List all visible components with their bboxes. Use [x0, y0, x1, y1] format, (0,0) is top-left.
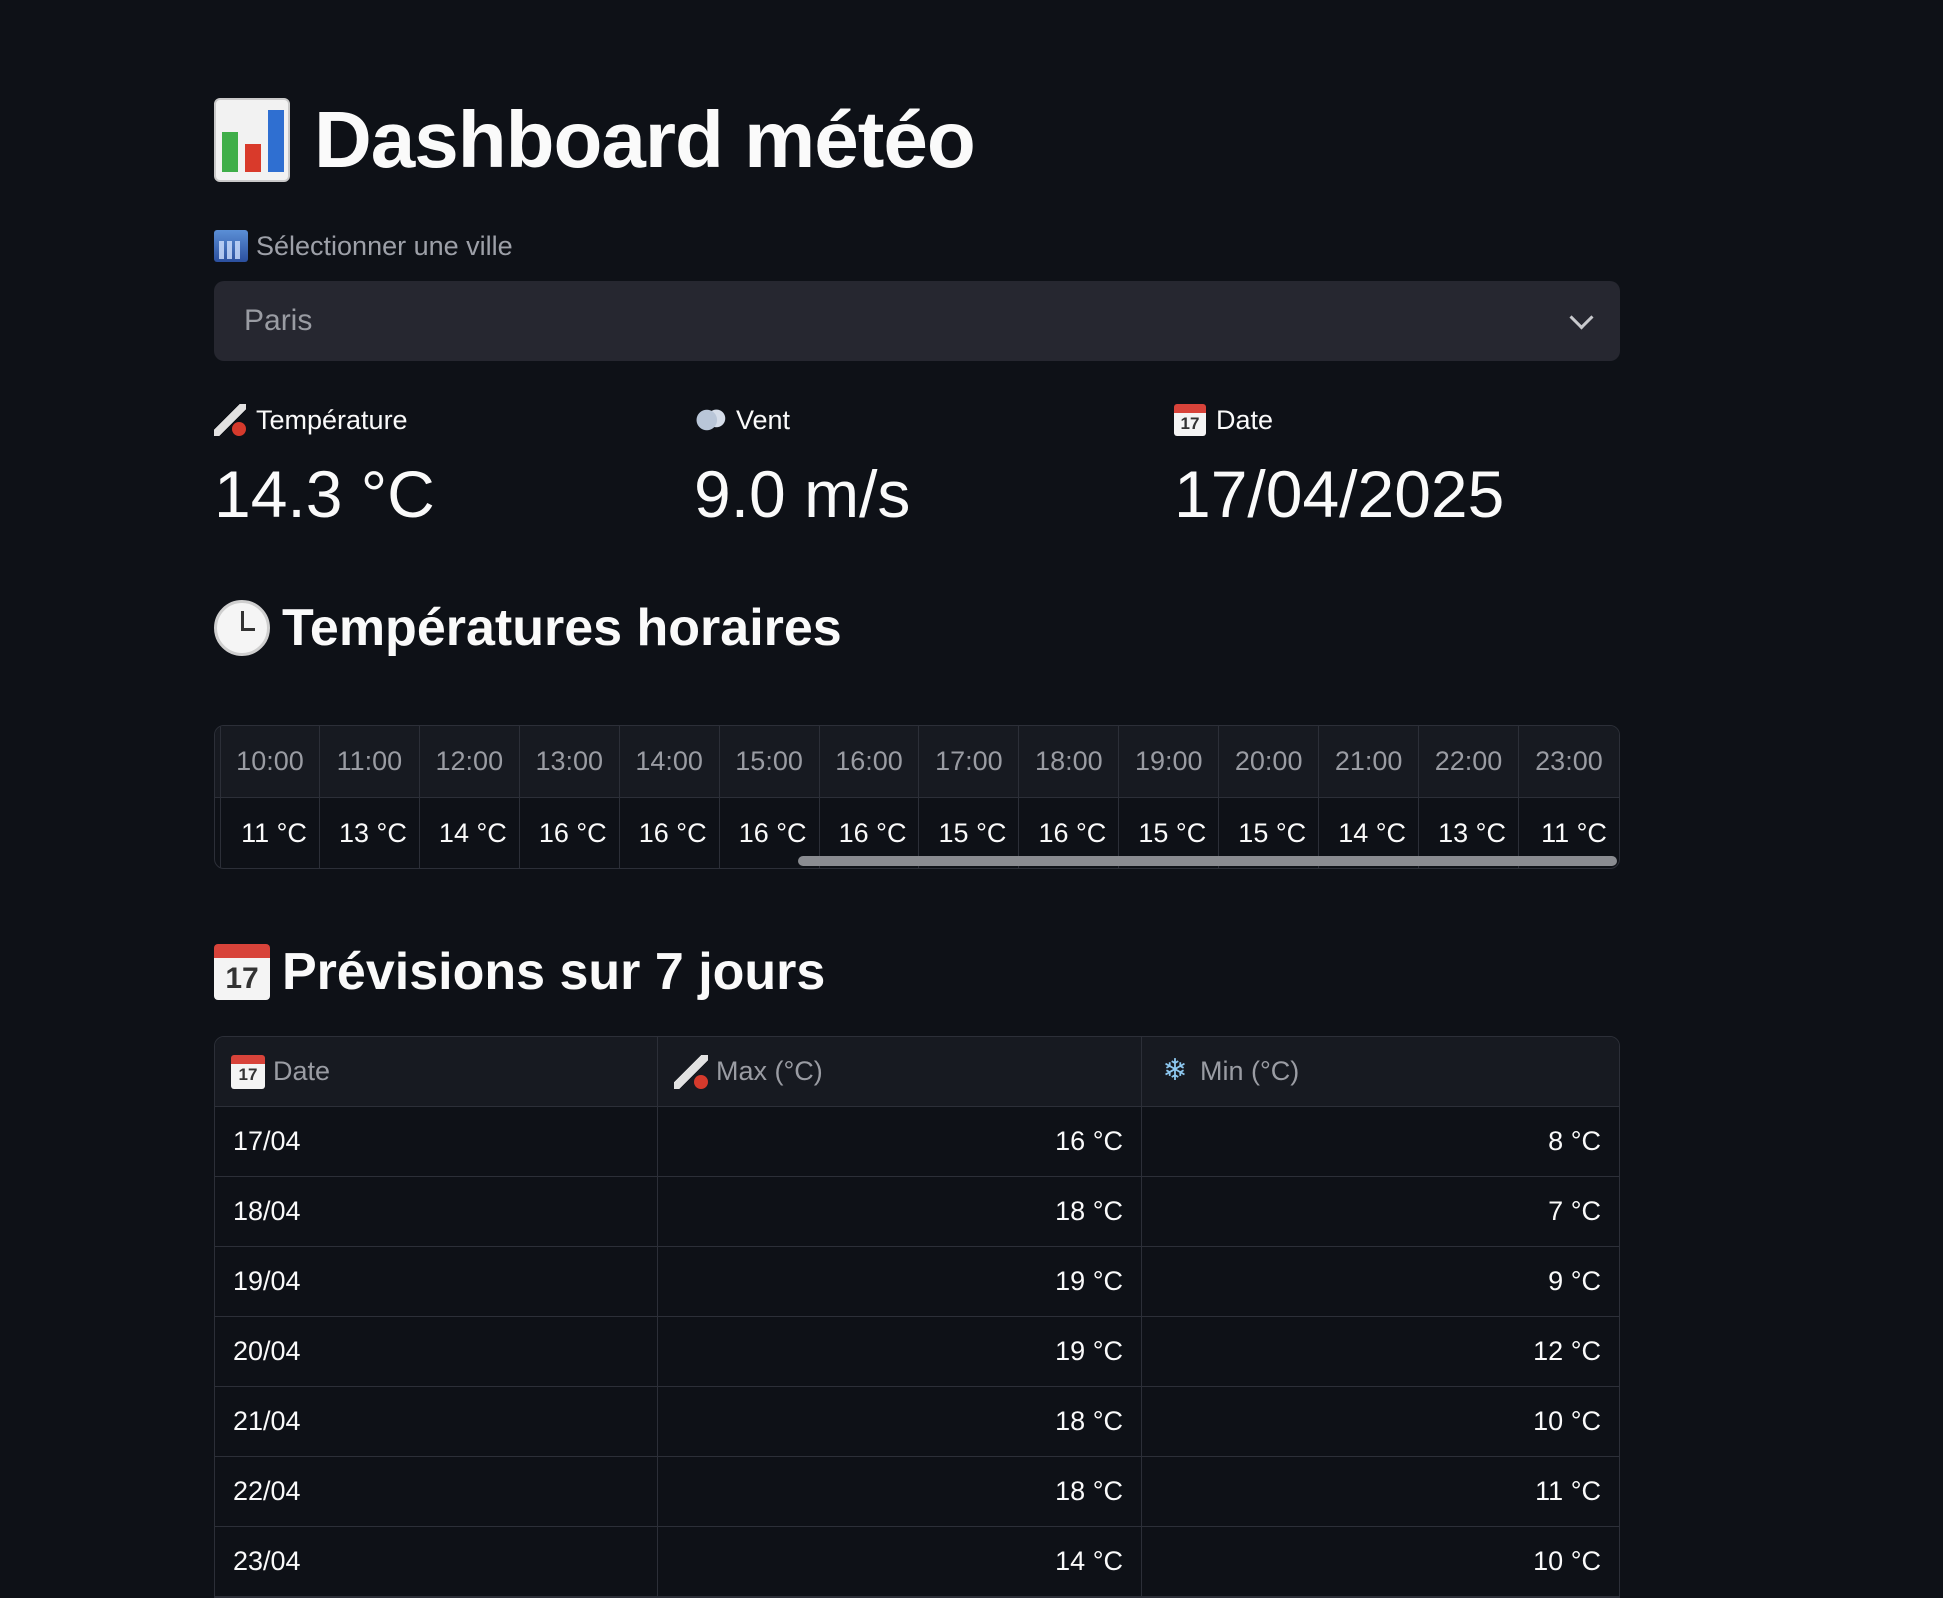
metric-label-text: Température: [256, 404, 408, 435]
forecast-cell-min: 12 °C: [1533, 1336, 1601, 1366]
metric-value: 17/04/2025: [1174, 457, 1505, 531]
hourly-temp-cell: 16 °C: [620, 798, 720, 868]
metric-temperature: Température 14.3 °C: [214, 398, 435, 534]
page-title-text: Dashboard météo: [314, 95, 976, 184]
hourly-hour-cell: 15:00: [720, 726, 820, 797]
city-select[interactable]: Paris: [214, 281, 1620, 361]
page-title: Dashboard météo: [214, 92, 976, 188]
table-row[interactable]: 22/04 18 °C 11 °C: [215, 1457, 1619, 1527]
hourly-hour-cell: 22:00: [1419, 726, 1519, 797]
hourly-hour-cell: 18:00: [1019, 726, 1120, 797]
thermometer-icon: [674, 1054, 708, 1089]
hourly-hour-cell: 13:00: [520, 726, 620, 797]
forecast-cell-max: 18 °C: [658, 1387, 1142, 1456]
snowflake-icon: ❄: [1162, 1053, 1188, 1087]
hourly-section-title: Températures horaires: [214, 596, 842, 660]
forecast-body: 17/04 16 °C 8 °C 18/04 18 °C 7 °C 19/04 19 °C 9 …: [215, 1107, 1619, 1597]
forecast-cell-date: 21/04: [215, 1387, 658, 1456]
metric-value: 9.0 m/s: [694, 457, 911, 531]
city-select-label-text: Sélectionner une ville: [256, 230, 513, 261]
calendar-icon: 17: [231, 1054, 265, 1089]
table-row[interactable]: 21/04 18 °C 10 °C: [215, 1387, 1619, 1457]
hourly-hour-cell: 14:00: [620, 726, 720, 797]
table-row[interactable]: 18/04 18 °C 7 °C: [215, 1177, 1619, 1247]
calendar-icon: 17: [214, 944, 270, 1000]
forecast-header-row: 17 Date Max (°C) ❄ Min (°C): [215, 1037, 1619, 1107]
bar-chart-icon: [214, 98, 290, 182]
forecast-cell-min: 9 °C: [1548, 1266, 1601, 1296]
hourly-hour-cell: 20:00: [1219, 726, 1320, 797]
hourly-hour-cell: 12:00: [420, 726, 520, 797]
forecast-cell-date: 23/04: [215, 1527, 658, 1596]
column-header-min[interactable]: ❄ Min (°C): [1142, 1037, 1619, 1106]
forecast-section-title-text: Prévisions sur 7 jours: [282, 943, 826, 1001]
table-row[interactable]: 20/04 19 °C 12 °C: [215, 1317, 1619, 1387]
hourly-hour-cell: 23:00: [1535, 746, 1603, 776]
hourly-hour-cell: 10:00: [220, 726, 320, 797]
city-select-value: Paris: [244, 304, 313, 337]
metric-label-text: Date: [1216, 404, 1274, 435]
hourly-hour-cell: 19:00: [1119, 726, 1220, 797]
table-row[interactable]: 19/04 19 °C 9 °C: [215, 1247, 1619, 1317]
metric-label: Vent: [694, 398, 910, 442]
thermometer-icon: [214, 404, 246, 436]
forecast-cell-max: 14 °C: [658, 1527, 1142, 1596]
hourly-hour-cell: 11:00: [320, 726, 420, 797]
hourly-table[interactable]: 10:00 11:00 12:00 13:00 14:00 15:00 16:00 17:00…: [214, 725, 1620, 869]
forecast-section-title: 17 Prévisions sur 7 jours: [214, 940, 825, 1004]
metric-label: 17 Date: [1174, 398, 1504, 442]
column-header-label: Date: [273, 1056, 331, 1086]
hourly-temp-cell: 16 °C: [520, 798, 620, 868]
wind-icon: [694, 404, 726, 436]
city-select-label: Sélectionner une ville: [214, 230, 513, 262]
forecast-table[interactable]: 17 Date Max (°C) ❄ Min (°C) 17/04 16 °C 8 …: [214, 1036, 1620, 1598]
metric-date: 17 Date 17/04/2025: [1174, 398, 1504, 534]
cityscape-icon: [214, 230, 248, 262]
table-row[interactable]: 23/04 14 °C 10 °C: [215, 1527, 1619, 1597]
forecast-cell-max: 19 °C: [658, 1317, 1142, 1386]
hourly-section-title-text: Températures horaires: [282, 599, 842, 657]
column-header-label: Min (°C): [1200, 1056, 1300, 1086]
metric-label-text: Vent: [736, 404, 791, 435]
horizontal-scrollbar[interactable]: [798, 856, 1617, 866]
column-header-date[interactable]: 17 Date: [215, 1037, 658, 1106]
calendar-icon: 17: [1174, 404, 1206, 436]
chevron-down-icon[interactable]: [1569, 304, 1594, 330]
clock-icon: [214, 600, 270, 656]
hourly-hour-cell: 21:00: [1319, 726, 1420, 797]
forecast-cell-min: 10 °C: [1533, 1406, 1601, 1436]
forecast-cell-date: 20/04: [215, 1317, 658, 1386]
forecast-cell-date: 17/04: [215, 1107, 658, 1176]
forecast-cell-max: 18 °C: [658, 1457, 1142, 1526]
hourly-temp-cell: 11 °C: [220, 798, 320, 868]
forecast-cell-max: 19 °C: [658, 1247, 1142, 1316]
forecast-cell-min: 7 °C: [1548, 1196, 1601, 1226]
forecast-cell-max: 16 °C: [658, 1107, 1142, 1176]
metric-label: Température: [214, 398, 435, 442]
column-header-max[interactable]: Max (°C): [658, 1037, 1142, 1106]
metric-wind: Vent 9.0 m/s: [694, 398, 910, 534]
forecast-cell-min: 8 °C: [1548, 1126, 1601, 1156]
hourly-temp-cell: 13 °C: [320, 798, 420, 868]
forecast-cell-date: 18/04: [215, 1177, 658, 1246]
hourly-hour-cell: 17:00: [919, 726, 1020, 797]
forecast-cell-max: 18 °C: [658, 1177, 1142, 1246]
forecast-cell-date: 22/04: [215, 1457, 658, 1526]
hourly-hour-cell: 16:00: [820, 726, 920, 797]
hourly-header-row: 10:00 11:00 12:00 13:00 14:00 15:00 16:00 17:00…: [215, 726, 1619, 798]
table-row[interactable]: 17/04 16 °C 8 °C: [215, 1107, 1619, 1177]
forecast-cell-min: 10 °C: [1533, 1546, 1601, 1576]
hourly-temp-cell: 14 °C: [420, 798, 520, 868]
column-header-label: Max (°C): [716, 1056, 823, 1086]
forecast-cell-date: 19/04: [215, 1247, 658, 1316]
forecast-cell-min: 11 °C: [1535, 1476, 1601, 1506]
metric-value: 14.3 °C: [214, 457, 435, 531]
